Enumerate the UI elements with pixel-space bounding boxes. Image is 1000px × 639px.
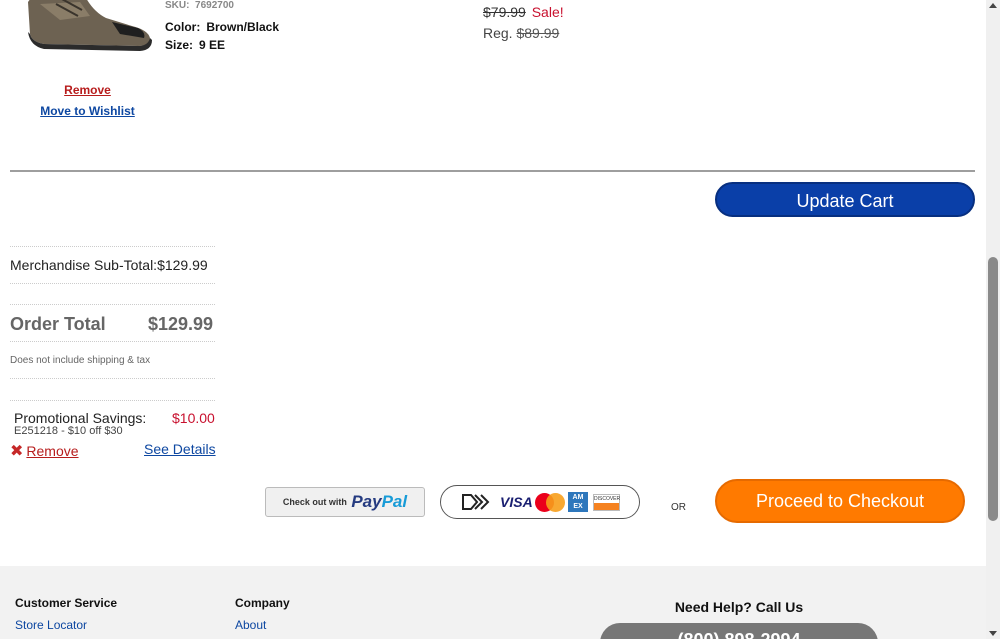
digital-wallet-icon [462, 494, 490, 510]
summary-divider [10, 246, 215, 247]
promo-code: E251218 - $10 off $30 [14, 425, 123, 437]
summary-divider [10, 304, 215, 305]
sku-value: 7692700 [195, 0, 234, 11]
paypal-logo-pay: Pay [351, 492, 382, 511]
close-icon: ✖ [10, 443, 24, 460]
footer-heading-company: Company [235, 596, 290, 610]
product-color: Color: Brown/Black [165, 20, 279, 34]
sale-tag: Sale! [531, 4, 564, 20]
footer-link-about[interactable]: About [235, 618, 266, 632]
paypal-checkout-button[interactable]: Check out with PayPal [265, 487, 425, 517]
shipping-note: Does not include shipping & tax [10, 355, 151, 366]
update-cart-button[interactable]: Update Cart [715, 182, 975, 217]
discover-icon: DISCOVER [593, 494, 620, 511]
subtotal-value: $129.99 [157, 257, 208, 273]
color-value: Brown/Black [206, 20, 280, 34]
order-total-value: $129.99 [148, 314, 214, 334]
order-total-label: Order Total [10, 314, 106, 334]
cart-divider [10, 170, 975, 172]
proceed-to-checkout-button[interactable]: Proceed to Checkout [715, 479, 965, 523]
page-scrollbar[interactable] [986, 0, 1000, 639]
sale-price-row: $79.99 Sale! [483, 4, 564, 20]
size-label: Size: [165, 38, 194, 52]
sale-price: $79.99 [483, 4, 526, 20]
move-to-wishlist-link[interactable]: Move to Wishlist [0, 104, 175, 118]
summary-divider [10, 341, 215, 342]
summary-divider [10, 283, 215, 284]
regular-price: $89.99 [516, 25, 560, 41]
size-value: 9 EE [199, 38, 226, 52]
mastercard-icon-circle [546, 493, 565, 512]
promo-savings-value: $10.00 [172, 410, 215, 426]
scrollbar-thumb[interactable] [988, 257, 998, 521]
product-size: Size: 9 EE [165, 38, 225, 52]
product-sku: SKU: 7692700 [165, 0, 234, 11]
or-separator: OR [671, 502, 686, 513]
remove-item-link[interactable]: Remove [0, 83, 175, 97]
remove-promo-link[interactable]: ✖ Remove [10, 441, 79, 461]
paypal-prefix: Check out with [282, 497, 347, 507]
cart-page: SKU: 7692700 Color: Brown/Black Size: 9 EE… [0, 0, 986, 639]
hiking-boot-image[interactable] [20, 0, 155, 54]
footer-heading-customer-service: Customer Service [15, 596, 118, 610]
need-help-heading: Need Help? Call Us [674, 599, 804, 615]
card-checkout-button[interactable]: VISA AM EX DISCOVER [440, 485, 640, 519]
scroll-down-arrow-icon[interactable] [989, 631, 997, 636]
see-details-link[interactable]: See Details [144, 441, 216, 457]
footer-link-store-locator[interactable]: Store Locator [15, 618, 87, 632]
subtotal-row: Merchandise Sub-Total:$129.99 [10, 257, 208, 273]
sku-label: SKU: [165, 0, 190, 11]
promo-savings-label: Promotional Savings: [14, 410, 147, 426]
color-label: Color: [165, 20, 201, 34]
site-footer: Customer Service Store Locator Company A… [0, 566, 986, 639]
subtotal-label: Merchandise Sub-Total: [10, 257, 158, 273]
paypal-logo-pal: Pal [381, 492, 408, 511]
summary-divider [10, 378, 215, 379]
scroll-up-arrow-icon[interactable] [989, 3, 997, 8]
phone-call-button[interactable]: (800) 898-2994 [600, 623, 878, 639]
summary-divider [10, 400, 215, 401]
remove-promo-label: Remove [26, 443, 79, 459]
amex-icon: AM EX [568, 492, 588, 512]
regular-price-label: Reg. [483, 25, 513, 41]
visa-icon: VISA [500, 494, 533, 510]
regular-price-row: Reg. $89.99 [483, 25, 559, 41]
